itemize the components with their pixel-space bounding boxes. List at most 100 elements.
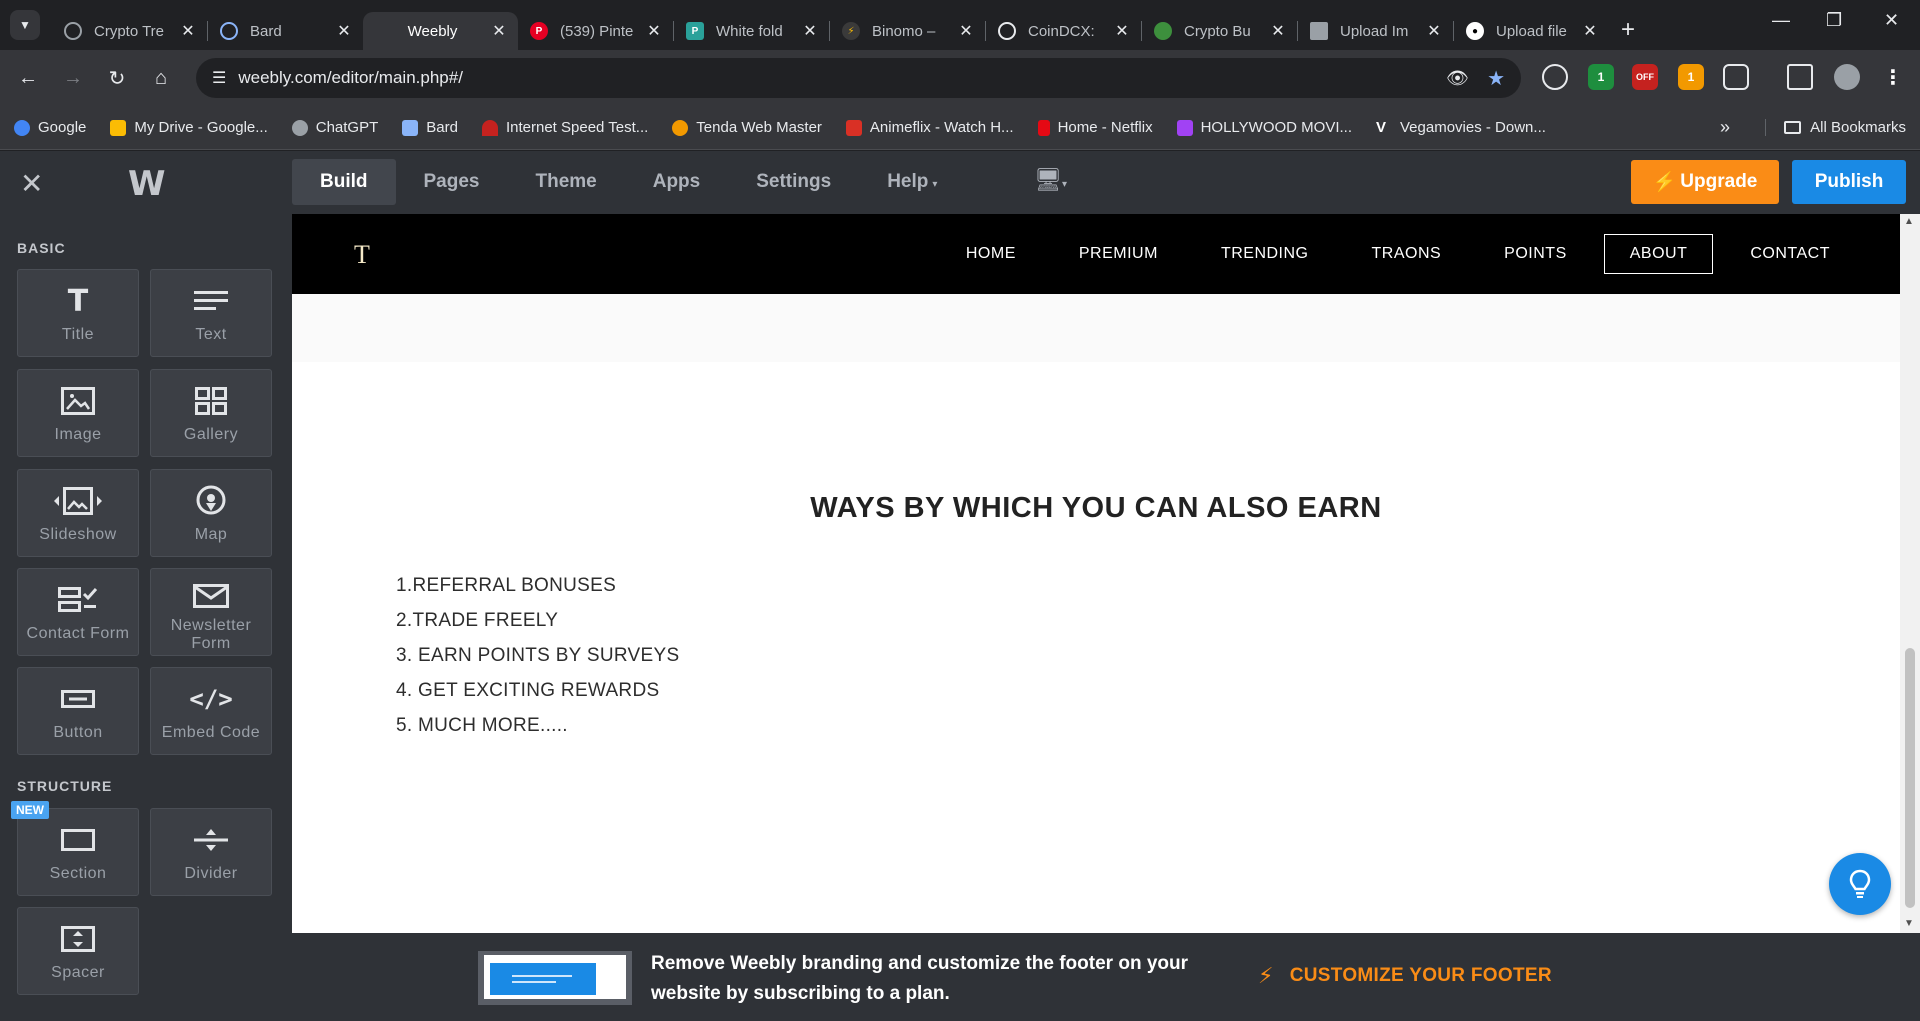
menu-item-points[interactable]: POINTS xyxy=(1504,235,1567,273)
browser-tab[interactable]: P White fold ✕ xyxy=(674,12,829,50)
publish-button[interactable]: Publish xyxy=(1792,160,1906,204)
scroll-up-arrow-icon[interactable]: ▲ xyxy=(1904,216,1914,227)
site-logo[interactable]: T xyxy=(354,240,370,270)
bookmark-drive[interactable]: My Drive - Google... xyxy=(110,119,268,136)
bookmarks-overflow-icon[interactable]: » xyxy=(1720,117,1730,138)
browser-tab[interactable]: Crypto Bu ✕ xyxy=(1142,12,1297,50)
bookmark-speedtest[interactable]: Internet Speed Test... xyxy=(481,119,648,136)
close-icon[interactable]: ✕ xyxy=(1581,21,1599,41)
upgrade-button[interactable]: ⚡ Upgrade xyxy=(1631,160,1779,204)
bookmark-tenda[interactable]: Tenda Web Master xyxy=(672,119,822,136)
element-embed-code[interactable]: </> Embed Code xyxy=(150,667,272,755)
scroll-thumb[interactable] xyxy=(1905,648,1915,908)
weebly-logo[interactable]: W xyxy=(128,164,166,204)
tab-settings[interactable]: Settings xyxy=(728,159,859,205)
bookmark-star-icon[interactable]: ★ xyxy=(1487,66,1505,91)
menu-item-about[interactable]: ABOUT xyxy=(1603,234,1714,274)
element-section[interactable]: Section xyxy=(17,808,139,896)
bookmark-hollywood[interactable]: HOLLYWOOD MOVI... xyxy=(1176,119,1352,136)
element-gallery[interactable]: Gallery xyxy=(150,369,272,457)
bookmark-animeflix[interactable]: Animeflix - Watch H... xyxy=(845,119,1014,136)
side-panel-icon[interactable] xyxy=(1787,64,1813,90)
close-icon[interactable]: ✕ xyxy=(1425,21,1443,41)
puzzle-extensions-icon[interactable] xyxy=(1723,64,1749,90)
element-slideshow[interactable]: Slideshow xyxy=(17,469,139,557)
back-arrow-icon[interactable]: ← xyxy=(8,67,48,90)
eye-off-icon[interactable]: 👁 xyxy=(1446,68,1469,89)
close-window-icon[interactable]: ✕ xyxy=(1884,10,1899,31)
all-bookmarks-button[interactable]: All Bookmarks xyxy=(1765,119,1906,136)
site-preview-canvas[interactable]: T HOME PREMIUM TRENDING TRAONS POINTS AB… xyxy=(292,214,1900,933)
bookmark-chatgpt[interactable]: ChatGPT xyxy=(291,119,378,136)
kebab-menu-icon[interactable]: ⋮ xyxy=(1880,64,1906,90)
browser-tab[interactable]: Upload Im ✕ xyxy=(1298,12,1453,50)
tab-build[interactable]: Build xyxy=(292,159,396,205)
adblock-extension-icon[interactable]: OFF xyxy=(1632,64,1658,90)
element-newsletter-form[interactable]: Newsletter Form xyxy=(150,568,272,656)
bookmark-netflix[interactable]: Home - Netflix xyxy=(1037,119,1153,136)
close-icon[interactable]: ✕ xyxy=(179,21,197,41)
menu-item-trending[interactable]: TRENDING xyxy=(1221,235,1309,273)
close-icon[interactable]: ✕ xyxy=(1113,21,1131,41)
minimize-icon[interactable]: — xyxy=(1772,10,1790,31)
help-lightbulb-button[interactable] xyxy=(1829,853,1891,915)
close-icon[interactable]: ✕ xyxy=(490,21,508,41)
menu-item-traons[interactable]: TRAONS xyxy=(1372,235,1442,273)
element-text[interactable]: Text xyxy=(150,269,272,357)
reload-icon[interactable]: ↻ xyxy=(97,66,137,91)
drive-icon xyxy=(110,119,127,136)
canvas-scrollbar[interactable]: ▲ ▼ xyxy=(1900,214,1920,933)
shield-extension-icon[interactable]: 1 xyxy=(1588,64,1614,90)
element-title[interactable]: T Title xyxy=(17,269,139,357)
tab-search-button[interactable]: ▼ xyxy=(10,10,40,40)
scroll-down-arrow-icon[interactable]: ▼ xyxy=(1904,918,1914,929)
tab-pages[interactable]: Pages xyxy=(396,159,508,205)
customize-footer-link[interactable]: ⚡ CUSTOMIZE YOUR FOOTER xyxy=(1258,963,1552,989)
close-icon[interactable]: ✕ xyxy=(801,21,819,41)
browser-tab[interactable]: Bard ✕ xyxy=(208,12,363,50)
element-contact-form[interactable]: Contact Form xyxy=(17,568,139,656)
tab-theme[interactable]: Theme xyxy=(507,159,624,205)
close-icon[interactable]: ✕ xyxy=(645,21,663,41)
restore-icon[interactable]: ❐ xyxy=(1826,10,1842,31)
earn-list[interactable]: 1.REFERRAL BONUSES 2.TRADE FREELY 3. EAR… xyxy=(396,568,679,743)
lightbulb-icon xyxy=(1849,869,1871,898)
close-icon[interactable]: ✕ xyxy=(957,21,975,41)
element-button[interactable]: Button xyxy=(17,667,139,755)
close-icon[interactable]: ✕ xyxy=(335,21,353,41)
browser-tab[interactable]: Crypto Tre ✕ xyxy=(52,12,207,50)
page-heading[interactable]: WAYS BY WHICH YOU CAN ALSO EARN xyxy=(292,492,1900,525)
bookmark-bard[interactable]: Bard xyxy=(402,119,458,136)
home-icon[interactable]: ⌂ xyxy=(141,67,181,90)
element-divider[interactable]: Divider xyxy=(150,808,272,896)
site-info-icon[interactable]: ☰ xyxy=(212,68,226,88)
speed-extension-icon[interactable] xyxy=(1542,64,1568,90)
address-bar[interactable]: ☰ weebly.com/editor/main.php#/ 👁 ★ xyxy=(196,58,1521,98)
browser-tab[interactable]: P (539) Pinte ✕ xyxy=(518,12,673,50)
url-text[interactable]: weebly.com/editor/main.php#/ xyxy=(238,68,463,88)
browser-tab[interactable]: CoinDCX: ✕ xyxy=(986,12,1141,50)
banner-section[interactable] xyxy=(292,294,1900,362)
element-spacer[interactable]: Spacer xyxy=(17,907,139,995)
bookmark-google[interactable]: Google xyxy=(14,119,86,136)
element-image[interactable]: Image xyxy=(17,369,139,457)
browser-tab[interactable]: ● Upload file ✕ xyxy=(1454,12,1609,50)
menu-item-contact[interactable]: CONTACT xyxy=(1750,235,1830,273)
browser-tab-active[interactable]: Weebly ✕ xyxy=(363,12,518,50)
menu-item-premium[interactable]: PREMIUM xyxy=(1079,235,1158,273)
close-editor-icon[interactable]: ✕ xyxy=(20,167,43,200)
bookmark-vegamovies[interactable]: V Vegamovies - Down... xyxy=(1376,119,1546,136)
browser-tab[interactable]: ⚡ Binomo – ✕ xyxy=(830,12,985,50)
chatgpt-icon xyxy=(291,119,308,136)
tab-apps[interactable]: Apps xyxy=(625,159,729,205)
menu-item-home[interactable]: HOME xyxy=(966,235,1016,273)
element-map[interactable]: Map xyxy=(150,469,272,557)
basic-heading: BASIC xyxy=(17,240,66,256)
forward-arrow-icon[interactable]: → xyxy=(53,67,93,90)
new-tab-button[interactable]: + xyxy=(1621,16,1635,44)
device-preview-icon[interactable]: 🖥▾ xyxy=(1034,167,1067,193)
tab-help[interactable]: Help ▾ xyxy=(859,159,959,205)
profile-avatar[interactable] xyxy=(1834,64,1860,90)
metamask-extension-icon[interactable]: 1 xyxy=(1678,64,1704,90)
close-icon[interactable]: ✕ xyxy=(1269,21,1287,41)
